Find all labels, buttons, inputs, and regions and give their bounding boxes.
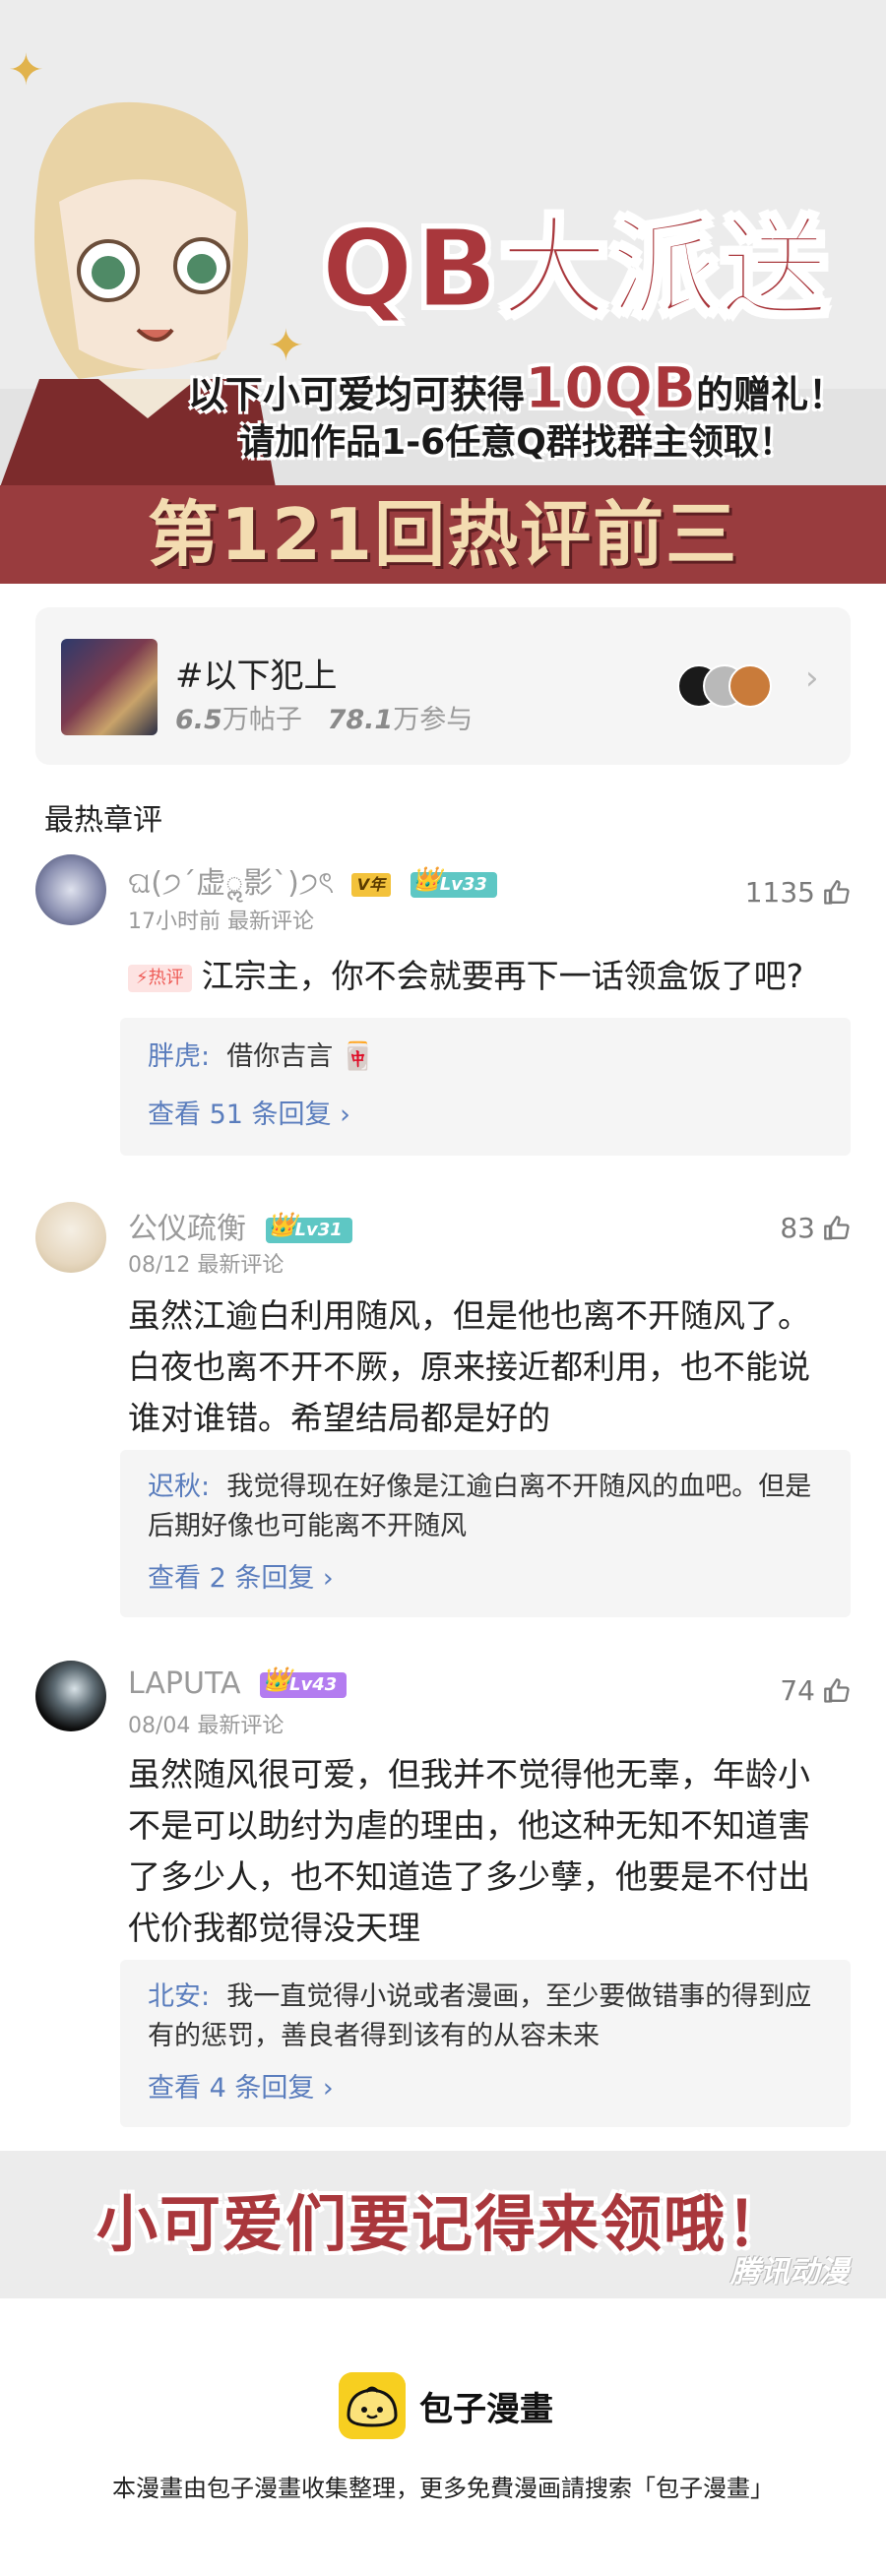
level-text: Lv33: [439, 873, 487, 895]
brand: 包子漫畫: [339, 2370, 553, 2441]
topic-stats: 6.5万帖子 78.1万参与: [175, 698, 473, 736]
reply-author[interactable]: 胖虎:: [148, 1041, 210, 1072]
reply-box[interactable]: 胖虎: 借你吉言 🀄 查看 51 条回复 ›: [120, 1018, 851, 1156]
view-replies-link[interactable]: 查看 2 条回复 ›: [148, 1556, 334, 1595]
like-count: 74: [780, 1674, 815, 1707]
topic-cover-image: [61, 639, 158, 735]
reply-text: 我觉得现在好像是江逾白离不开随风的血吧。但是后期好像也可能离不开随风: [148, 1472, 812, 1541]
thumbs-up-icon: [824, 1215, 850, 1240]
reply-text: 借你吉言 🀄: [226, 1041, 375, 1072]
vip-badge: V年: [350, 872, 392, 897]
reply-preview: 胖虎: 借你吉言 🀄: [148, 1037, 827, 1077]
level-badge: 👑 Lv33: [410, 866, 497, 898]
comment-time: 17小时前: [128, 910, 221, 934]
thumbs-up-icon: [824, 879, 850, 905]
level-badge: 👑 Lv43: [260, 1666, 348, 1698]
avatar[interactable]: [35, 1202, 106, 1273]
view-replies-link[interactable]: 查看 4 条回复 ›: [148, 2066, 334, 2105]
chevron-right-icon[interactable]: ›: [805, 659, 819, 698]
gift-suffix: 的赠礼！: [696, 373, 847, 416]
topic-name: #以下犯上: [175, 657, 338, 696]
join-instructions: 请加作品1-6任意Q群找群主领取！: [239, 422, 794, 463]
reply-preview: 迟秋: 我觉得现在好像是江逾白离不开随风的血吧。但是后期好像也可能离不开随风: [148, 1468, 827, 1546]
disclaimer: 本漫畫由包子漫畫收集整理，更多免費漫画請搜索「包子漫畫」: [112, 2475, 774, 2502]
level-text: Lv31: [294, 1219, 343, 1240]
avatar: [728, 664, 772, 708]
comment-meta: 08/12 最新评论: [128, 1247, 284, 1279]
reply-preview: 北安: 我一直觉得小说或者漫画，至少要做错事的得到应有的惩罚，善良者得到该有的从…: [148, 1978, 827, 2056]
crown-icon: 👑: [267, 1210, 297, 1238]
comment-text: 虽然随风很可爱，但我并不觉得他无辜，年龄小不是可以助纣为虐的理由，他这种无知不知…: [128, 1755, 810, 1947]
like-count: 83: [780, 1212, 815, 1244]
participants-count: 78.1: [327, 705, 394, 735]
comment-meta: 08/04 最新评论: [128, 1708, 284, 1739]
username-text: 公仪疏衡: [128, 1212, 246, 1246]
username[interactable]: LAPUTA 👑 Lv43: [128, 1666, 348, 1701]
like-count: 1135: [744, 876, 815, 909]
meta-label: 最新评论: [227, 910, 315, 934]
reply-author[interactable]: 迟秋:: [148, 1472, 210, 1502]
bun-logo-icon: [339, 2372, 406, 2439]
hot-tag-text: 热评: [148, 967, 184, 988]
comment-item: 公仪疏衡 👑 Lv31 08/12 最新评论 83 虽然江逾白利用随风，但是他也离…: [0, 1196, 886, 1619]
meta-label: 最新评论: [197, 1714, 285, 1738]
gift-line: 以下小可爱均可获得10QB的赠礼！: [148, 359, 886, 420]
like-button[interactable]: 83: [780, 1212, 851, 1244]
comment-text: ⚡热评 江宗主，你不会就要再下一话领盒饭了吧?: [128, 951, 837, 1002]
username[interactable]: ଘ(੭ˊ虚ॢ影ˋ)੭ৎ V年 👑 Lv33: [128, 858, 497, 910]
hot-tag: ⚡热评: [128, 964, 192, 992]
posts-label: 万帖子: [222, 705, 302, 735]
avatar[interactable]: [35, 1661, 106, 1731]
avatar[interactable]: [35, 854, 106, 925]
level-text: Lv43: [289, 1673, 338, 1695]
brand-name: 包子漫畫: [419, 2389, 553, 2429]
comment-body: 江宗主，你不会就要再下一话领盒饭了吧?: [201, 957, 804, 995]
like-button[interactable]: 1135: [745, 876, 851, 909]
participants-label: 万参与: [393, 705, 474, 735]
username-text: LAPUTA: [128, 1666, 241, 1701]
reply-author[interactable]: 北安:: [148, 1981, 210, 2012]
gift-amount: 10QB: [524, 354, 697, 421]
participant-avatars: [677, 664, 772, 708]
promo-title: QB大派送: [320, 206, 831, 332]
reply-box[interactable]: 北安: 我一直觉得小说或者漫画，至少要做错事的得到应有的惩罚，善良者得到该有的从…: [120, 1960, 851, 2127]
watermark: 腾讯动漫: [730, 2255, 849, 2290]
thumbs-up-icon: [824, 1677, 850, 1703]
comment-time: 08/04: [128, 1714, 191, 1738]
posts-count: 6.5: [175, 705, 222, 735]
view-replies-link[interactable]: 查看 51 条回复 ›: [148, 1093, 350, 1131]
like-button[interactable]: 74: [780, 1674, 851, 1707]
level-badge: 👑 Lv31: [265, 1212, 352, 1243]
section-title: 最热章评: [44, 803, 162, 838]
meta-label: 最新评论: [197, 1253, 285, 1278]
comment-meta: 17小时前 最新评论: [128, 904, 314, 935]
sparkle-icon: ✦: [8, 45, 44, 95]
reply-box[interactable]: 迟秋: 我觉得现在好像是江逾白离不开随风的血吧。但是后期好像也可能离不开随风 查…: [120, 1450, 851, 1617]
comment-item: ଘ(੭ˊ虚ॢ影ˋ)੭ৎ V年 👑 Lv33 17小时前 最新评论 1135 ⚡热评…: [0, 848, 886, 1163]
topic-card[interactable]: #以下犯上 6.5万帖子 78.1万参与 ›: [35, 607, 851, 765]
comment-text: 虽然江逾白利用随风，但是他也离不开随风了。白夜也离不开不厥，原来接近都利用，也不…: [128, 1296, 810, 1437]
username-text: ଘ(੭ˊ虚ॢ影ˋ)੭ৎ: [128, 866, 335, 901]
crown-icon: 👑: [262, 1665, 291, 1693]
username[interactable]: 公仪疏衡 👑 Lv31: [128, 1204, 352, 1247]
comment-item: LAPUTA 👑 Lv43 08/04 最新评论 74 虽然随风很可爱，但我并不觉…: [0, 1659, 886, 2131]
gift-prefix: 以下小可爱均可获得: [187, 373, 525, 416]
round-title: 第121回热评前三: [147, 493, 739, 576]
comment-time: 08/12: [128, 1253, 191, 1278]
crown-icon: 👑: [411, 864, 442, 893]
reply-text: 我一直觉得小说或者漫画，至少要做错事的得到应有的惩罚，善良者得到该有的从容未来: [148, 1981, 812, 2051]
